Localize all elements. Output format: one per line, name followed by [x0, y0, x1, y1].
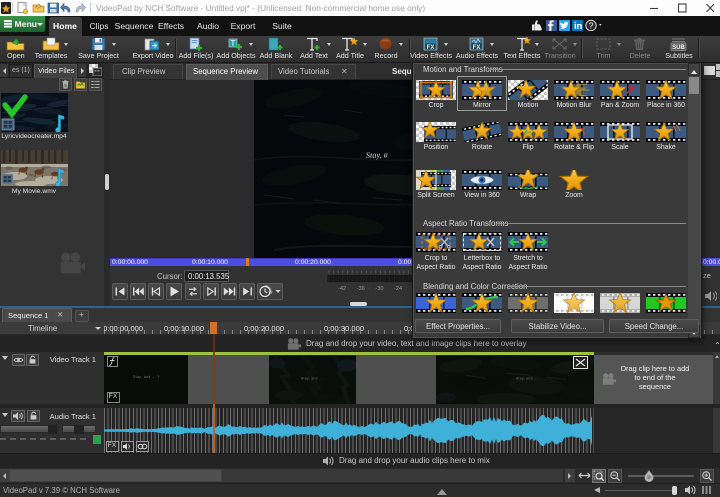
svg-text:Stay, and ...: Stay, and ... [516, 376, 538, 380]
svg-text:0:00:00.000: 0:00:00.000 [104, 324, 143, 333]
svg-text:FX: FX [427, 45, 435, 51]
svg-text:0:00:30.000: 0:00:30.000 [324, 324, 364, 333]
svg-text:-36: -36 [357, 286, 365, 292]
svg-text:-24: -24 [394, 286, 402, 292]
svg-text:Stay, and ...: Stay, and ... [301, 376, 323, 380]
svg-text:?: ? [589, 21, 594, 31]
svg-text:Stay, a: Stay, a [366, 150, 388, 160]
svg-text:0:00:10.000: 0:00:10.000 [164, 324, 204, 333]
svg-text:-30: -30 [375, 286, 383, 292]
svg-text:0:00:20.000: 0:00:20.000 [244, 324, 284, 333]
svg-text:-42: -42 [338, 286, 346, 292]
svg-text:FX: FX [473, 45, 481, 51]
svg-text:SUB: SUB [672, 45, 685, 51]
svg-text:T: T [231, 39, 236, 48]
